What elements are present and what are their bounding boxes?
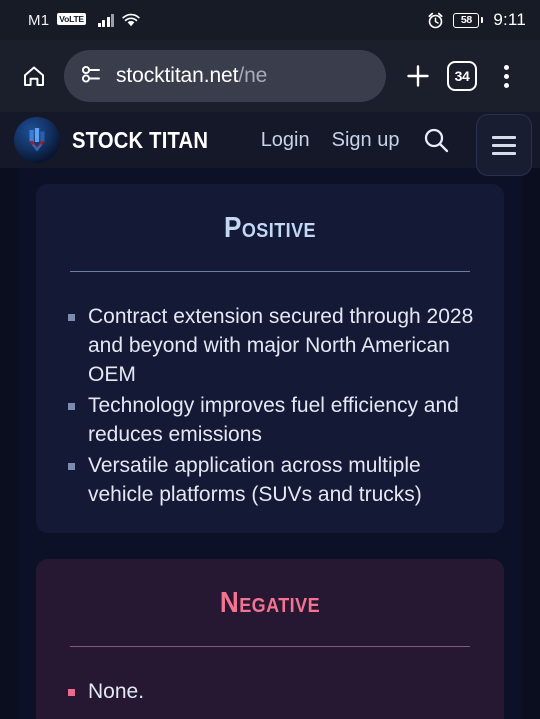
header-nav: Login Sign up	[261, 129, 400, 152]
battery-level-label: 58	[453, 12, 480, 28]
url-path: /ne	[238, 64, 268, 87]
negative-bullet-list: None.	[66, 677, 474, 706]
site-header: STOCK TITAN Login Sign up	[0, 112, 540, 176]
browser-toolbar: stocktitan.net/ne 34	[0, 40, 540, 112]
stock-titan-logo-icon[interactable]	[14, 117, 60, 163]
three-dot-menu-icon[interactable]	[484, 54, 528, 98]
positive-bullet-list: Contract extension secured through 2028 …	[66, 302, 474, 509]
positive-card-title: Positive	[223, 212, 317, 244]
positive-card: Positive Contract extension secured thro…	[36, 184, 504, 533]
tab-count-label: 34	[447, 61, 477, 91]
article-content: Positive Contract extension secured thro…	[18, 168, 522, 719]
list-item: None.	[66, 677, 474, 706]
status-bar-right: 58 9:11	[427, 10, 526, 30]
status-bar-left: M1 VoLTE	[28, 11, 141, 29]
signup-link[interactable]: Sign up	[332, 129, 400, 152]
page-body: Positive Contract extension secured thro…	[0, 168, 540, 719]
battery-indicator: 58	[453, 12, 484, 28]
signal-bars-icon	[97, 13, 115, 27]
status-bar-clock: 9:11	[493, 10, 526, 29]
list-item: Technology improves fuel efficiency and …	[66, 391, 474, 449]
negative-card-divider	[70, 646, 470, 647]
volte-badge: VoLTE	[57, 12, 86, 26]
tab-switcher-button[interactable]: 34	[440, 54, 484, 98]
url-text[interactable]: stocktitan.net/ne	[116, 64, 267, 88]
url-bar[interactable]: stocktitan.net/ne	[64, 50, 386, 102]
alarm-clock-icon	[427, 12, 444, 29]
battery-cap	[480, 17, 484, 23]
phone-screen: M1 VoLTE 58 9:11 stocktitan.net/ne 34 ST…	[0, 0, 540, 719]
login-link[interactable]: Login	[261, 129, 310, 152]
list-item: Contract extension secured through 2028 …	[66, 302, 474, 389]
wifi-icon	[122, 13, 141, 27]
list-item: Versatile application across multiple ve…	[66, 451, 474, 509]
hamburger-menu-icon[interactable]	[476, 114, 532, 176]
negative-card-title: Negative	[219, 587, 321, 619]
url-domain: stocktitan.net	[116, 64, 239, 87]
positive-card-divider	[70, 271, 470, 272]
home-icon[interactable]	[12, 54, 56, 98]
new-tab-button[interactable]	[396, 54, 440, 98]
carrier-label: M1	[28, 11, 50, 29]
brand-name[interactable]: STOCK TITAN	[72, 127, 208, 154]
android-status-bar: M1 VoLTE 58 9:11	[0, 0, 540, 40]
search-icon[interactable]	[419, 123, 453, 157]
page-settings-icon[interactable]	[78, 63, 104, 90]
negative-card: Negative None.	[36, 559, 504, 719]
